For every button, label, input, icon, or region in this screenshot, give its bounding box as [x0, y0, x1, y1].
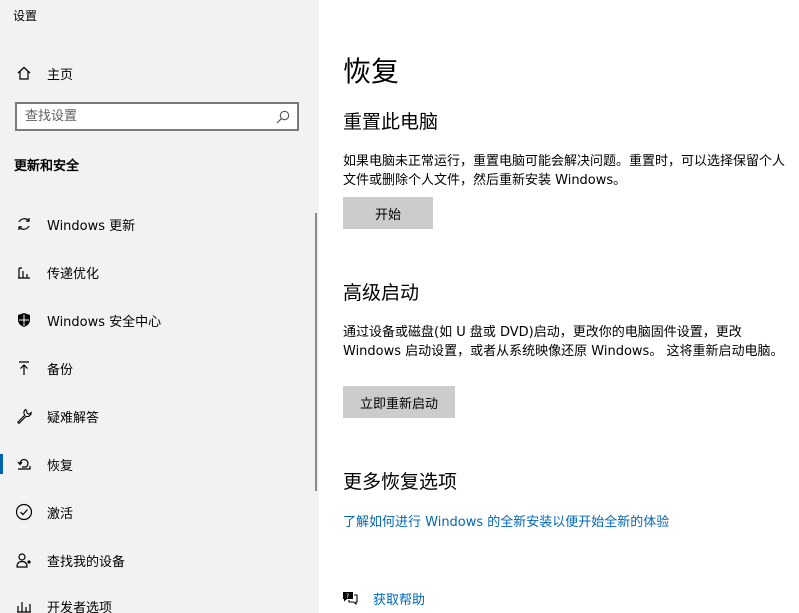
reset-heading: 重置此电脑	[343, 111, 439, 133]
sidebar-item-label: 查找我的设备	[47, 554, 126, 570]
sidebar-item-label: 激活	[47, 506, 74, 522]
get-help-label: 获取帮助	[373, 592, 426, 608]
shield-icon	[14, 310, 34, 330]
sidebar-item-label: 疑难解答	[47, 410, 100, 426]
sidebar-item-backup[interactable]: 备份	[0, 348, 316, 388]
svg-text:?: ?	[346, 593, 349, 600]
clean-install-link[interactable]: 了解如何进行 Windows 的全新安装以便开始全新的体验	[343, 511, 669, 530]
nav-home[interactable]: 主页	[0, 58, 319, 88]
delivery-optimization-icon	[14, 262, 34, 282]
help-chat-icon: ?	[341, 589, 359, 607]
sync-icon	[14, 214, 34, 234]
sidebar-item-find-my-device[interactable]: 查找我的设备	[0, 540, 316, 580]
get-help-link[interactable]: ? 获取帮助	[341, 588, 425, 608]
app-title: 设置	[13, 9, 38, 23]
sidebar-item-label: Windows 安全中心	[47, 314, 162, 330]
advanced-startup-description: 通过设备或磁盘(如 U 盘或 DVD)启动，更改你的电脑固件设置，更改 Wind…	[343, 325, 784, 359]
search-input[interactable]	[25, 107, 265, 126]
reset-description: 如果电脑未正常运行，重置电脑可能会解决问题。重置时，可以选择保留个人文件或删除个…	[343, 154, 786, 188]
checkmark-circle-icon	[14, 502, 34, 522]
sidebar-item-label: 开发者选项	[47, 600, 113, 613]
page-title: 恢复	[343, 55, 400, 88]
developer-icon	[14, 596, 34, 613]
sidebar-scrollbar[interactable]	[315, 213, 317, 491]
search-icon[interactable]	[275, 109, 291, 125]
section-header: 更新和安全	[14, 159, 80, 174]
reset-start-button[interactable]: 开始	[343, 197, 433, 229]
advanced-startup-heading: 高级启动	[343, 282, 420, 304]
sidebar-item-delivery-optimization[interactable]: 传递优化	[0, 252, 316, 292]
nav-home-label: 主页	[47, 67, 74, 83]
sidebar-item-label: 备份	[47, 362, 74, 378]
sidebar-item-label: 传递优化	[47, 266, 100, 282]
sidebar-item-developer-options[interactable]: 开发者选项	[0, 586, 316, 613]
main-content: 恢复 重置此电脑 如果电脑未正常运行，重置电脑可能会解决问题。重置时，可以选择保…	[319, 0, 799, 613]
sidebar-item-troubleshoot[interactable]: 疑难解答	[0, 396, 316, 436]
sidebar-item-activation[interactable]: 激活	[0, 492, 316, 532]
recovery-icon	[14, 454, 34, 474]
sidebar-item-windows-security[interactable]: Windows 安全中心	[0, 300, 316, 340]
home-icon	[14, 63, 34, 83]
more-options-heading: 更多恢复选项	[343, 471, 458, 493]
wrench-icon	[14, 406, 34, 426]
person-location-icon	[14, 550, 34, 570]
search-box	[15, 102, 299, 131]
settings-window: 设置 主页 更新和安全 Windows 更新 传递优化	[0, 0, 799, 613]
sidebar-item-label: Windows 更新	[47, 218, 136, 234]
sidebar-item-windows-update[interactable]: Windows 更新	[0, 204, 316, 244]
active-indicator	[0, 454, 3, 474]
sidebar: 设置 主页 更新和安全 Windows 更新 传递优化	[0, 0, 319, 613]
restart-now-button[interactable]: 立即重新启动	[343, 386, 455, 418]
sidebar-item-recovery[interactable]: 恢复	[0, 444, 316, 484]
backup-upload-icon	[14, 358, 34, 378]
sidebar-item-label: 恢复	[47, 458, 74, 474]
